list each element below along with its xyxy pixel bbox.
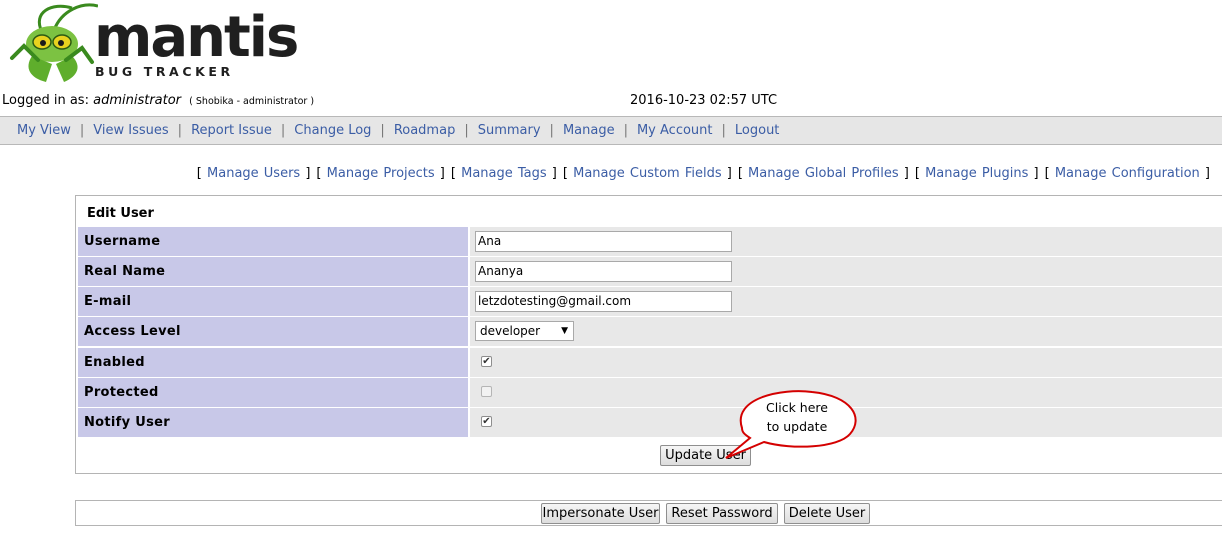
menu-my-account[interactable]: My Account — [637, 123, 713, 138]
submenu-manage-tags[interactable]: Manage Tags — [461, 166, 547, 181]
access-level-row: Access Level developer ▼ — [78, 317, 1222, 346]
menu-separator: | — [177, 123, 183, 138]
menu-separator: | — [623, 123, 628, 138]
menu-separator: | — [721, 123, 726, 138]
mantis-logo: mantis BUG TRACKER — [2, 2, 299, 90]
email-input[interactable]: letzdotesting@gmail.com — [475, 291, 732, 312]
menu-separator: | — [280, 123, 286, 138]
enabled-checkbox[interactable]: ✔ — [481, 356, 492, 367]
access-level-select[interactable]: developer ▼ — [475, 321, 574, 341]
menu-roadmap[interactable]: Roadmap — [394, 123, 456, 138]
login-username: administrator — [93, 93, 182, 108]
reset-password-button[interactable]: Reset Password — [666, 503, 778, 524]
menu-my-view[interactable]: My View — [17, 123, 71, 138]
notify-user-label: Notify User — [78, 408, 468, 437]
login-detail: ( Shobika - administrator ) — [189, 96, 315, 107]
username-label: Username — [78, 227, 468, 256]
login-prefix: Logged in as: — [2, 93, 89, 108]
edit-user-form: Edit User Username Ana Real Name Ananya … — [75, 195, 1222, 474]
mantis-mascot-icon — [10, 3, 98, 82]
menu-view-issues[interactable]: View Issues — [93, 123, 168, 138]
login-info: Logged in as: administrator ( Shobika - … — [2, 93, 314, 108]
menu-manage[interactable]: Manage — [563, 123, 615, 138]
username-input[interactable]: Ana — [475, 231, 732, 252]
impersonate-user-button[interactable]: Impersonate User — [541, 503, 660, 524]
notify-user-row: Notify User ✔ — [78, 408, 1222, 437]
form-title: Edit User — [87, 206, 154, 221]
menu-summary[interactable]: Summary — [478, 123, 541, 138]
submenu-manage-custom-fields[interactable]: Manage Custom Fields — [573, 166, 722, 181]
callout-line-1: Click here — [766, 400, 828, 415]
access-level-value: developer — [480, 324, 541, 338]
submenu-manage-plugins[interactable]: Manage Plugins — [925, 166, 1028, 181]
menu-report-issue[interactable]: Report Issue — [191, 123, 272, 138]
submenu-manage-configuration[interactable]: Manage Configuration — [1055, 166, 1200, 181]
email-label: E-mail — [78, 287, 468, 316]
protected-label: Protected — [78, 378, 468, 407]
menu-separator: | — [79, 123, 85, 138]
callout-text: Click here to update — [742, 398, 852, 436]
menu-separator: | — [380, 123, 385, 138]
manage-submenu: [ Manage Users ][ Manage Projects ][ Man… — [196, 166, 1210, 181]
menu-separator: | — [464, 123, 469, 138]
realname-input[interactable]: Ananya — [475, 261, 732, 282]
main-menu: My View | View Issues | Report Issue | Change … — [0, 116, 1222, 145]
menu-logout[interactable]: Logout — [735, 123, 780, 138]
enabled-label: Enabled — [78, 348, 468, 377]
realname-label: Real Name — [78, 257, 468, 286]
submenu-manage-users[interactable]: Manage Users — [207, 166, 300, 181]
enabled-row: Enabled ✔ — [78, 348, 1222, 377]
menu-separator: | — [549, 123, 554, 138]
submenu-manage-global-profiles[interactable]: Manage Global Profiles — [748, 166, 899, 181]
notify-user-checkbox[interactable]: ✔ — [481, 416, 492, 427]
protected-row: Protected — [78, 378, 1222, 407]
server-datetime: 2016-10-23 02:57 UTC — [630, 93, 778, 108]
access-level-label: Access Level — [78, 317, 468, 346]
submenu-manage-projects[interactable]: Manage Projects — [327, 166, 435, 181]
menu-change-log[interactable]: Change Log — [294, 123, 371, 138]
realname-row: Real Name Ananya — [78, 257, 1222, 286]
dropdown-arrow-icon: ▼ — [561, 326, 568, 336]
logo-subtitle: BUG TRACKER — [95, 64, 234, 79]
user-actions-box: Impersonate User Reset Password Delete U… — [75, 500, 1222, 526]
callout-line-2: to update — [766, 419, 828, 434]
email-row: E-mail letzdotesting@gmail.com — [78, 287, 1222, 316]
delete-user-button[interactable]: Delete User — [784, 503, 870, 524]
logo-wordmark: mantis — [94, 5, 299, 70]
protected-checkbox[interactable] — [481, 386, 492, 397]
username-row: Username Ana — [78, 227, 1222, 256]
